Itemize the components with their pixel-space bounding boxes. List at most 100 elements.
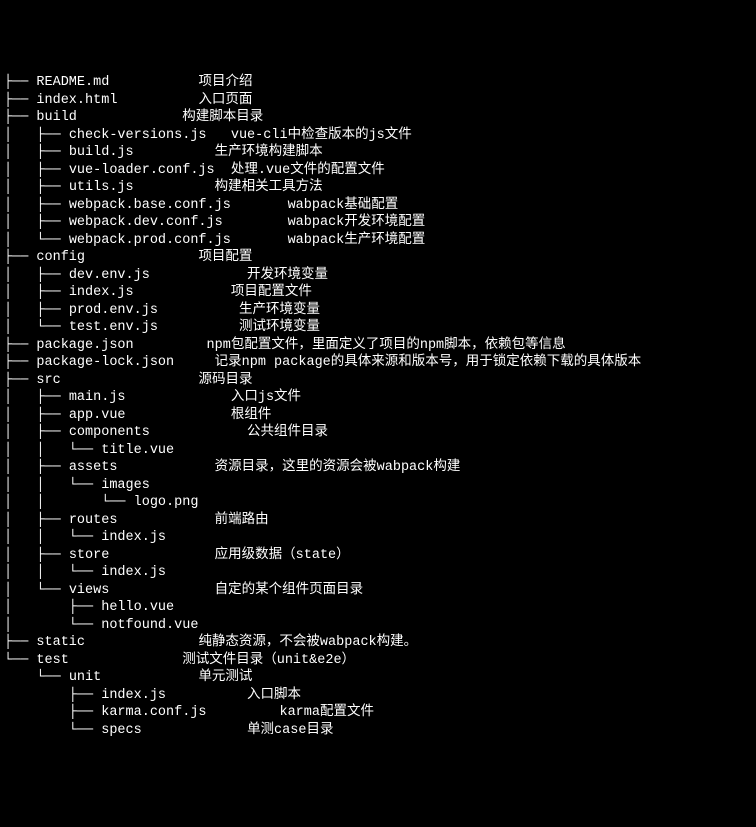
tree-padding: [85, 250, 198, 265]
tree-padding: [150, 268, 247, 283]
tree-padding: [166, 688, 247, 703]
tree-padding: [109, 75, 198, 90]
tree-prefix: │ │ └──: [4, 530, 101, 545]
tree-padding: [134, 285, 231, 300]
tree-row: │ ├── main.js 入口js文件: [4, 389, 752, 407]
tree-description: 根组件: [231, 408, 272, 423]
tree-filename: index.js: [101, 688, 166, 703]
tree-prefix: └──: [4, 653, 36, 668]
tree-padding: [158, 320, 239, 335]
tree-prefix: │ ├──: [4, 215, 69, 230]
tree-prefix: │ │ └──: [4, 495, 134, 510]
tree-row: │ ├── routes 前端路由: [4, 512, 752, 530]
tree-row: │ ├── prod.env.js 生产环境变量: [4, 302, 752, 320]
tree-description: 测试环境变量: [239, 320, 320, 335]
tree-padding: [158, 303, 239, 318]
tree-filename: routes: [69, 513, 118, 528]
tree-prefix: ├──: [4, 355, 36, 370]
tree-filename: test.env.js: [69, 320, 158, 335]
tree-filename: images: [101, 478, 150, 493]
tree-padding: [77, 110, 182, 125]
tree-description: 开发环境变量: [247, 268, 328, 283]
tree-prefix: │ └──: [4, 618, 101, 633]
tree-prefix: │ └──: [4, 583, 69, 598]
tree-filename: webpack.base.conf.js: [69, 198, 231, 213]
tree-row: │ ├── dev.env.js 开发环境变量: [4, 267, 752, 285]
tree-row: │ ├── webpack.base.conf.js wabpack基础配置: [4, 197, 752, 215]
tree-row: │ ├── webpack.dev.conf.js wabpack开发环境配置: [4, 214, 752, 232]
tree-filename: static: [36, 635, 85, 650]
tree-prefix: │ ├──: [4, 408, 69, 423]
tree-prefix: ├──: [4, 110, 36, 125]
tree-row: │ ├── check-versions.js vue-cli中检查版本的js文…: [4, 127, 752, 145]
tree-row: ├── README.md 项目介绍: [4, 74, 752, 92]
tree-prefix: ├──: [4, 250, 36, 265]
tree-filename: specs: [101, 723, 142, 738]
tree-row: └── unit 单元测试: [4, 669, 752, 687]
tree-padding: [109, 583, 214, 598]
tree-filename: build: [36, 110, 77, 125]
tree-description: 记录npm package的具体来源和版本号，用于锁定依赖下载的具体版本: [215, 355, 642, 370]
tree-filename: webpack.dev.conf.js: [69, 215, 223, 230]
tree-description: 生产环境构建脚本: [215, 145, 323, 160]
tree-padding: [215, 163, 231, 178]
tree-prefix: │ ├──: [4, 128, 69, 143]
tree-prefix: ├──: [4, 93, 36, 108]
tree-padding: [134, 180, 215, 195]
tree-filename: index.js: [69, 285, 134, 300]
tree-filename: index.js: [101, 565, 166, 580]
tree-description: npm包配置文件，里面定义了项目的npm脚本，依赖包等信息: [207, 338, 566, 353]
tree-description: vue-cli中检查版本的js文件: [231, 128, 412, 143]
tree-prefix: │ ├──: [4, 425, 69, 440]
tree-filename: logo.png: [134, 495, 199, 510]
tree-filename: check-versions.js: [69, 128, 207, 143]
tree-row: │ ├── build.js 生产环境构建脚本: [4, 144, 752, 162]
tree-row: ├── index.js 入口脚本: [4, 687, 752, 705]
tree-padding: [117, 513, 214, 528]
tree-row: ├── package.json npm包配置文件，里面定义了项目的npm脚本，…: [4, 337, 752, 355]
tree-filename: index.js: [101, 530, 166, 545]
tree-description: 构建脚本目录: [182, 110, 263, 125]
tree-row: │ ├── assets 资源目录，这里的资源会被wabpack构建: [4, 459, 752, 477]
tree-description: karma配置文件: [279, 705, 374, 720]
tree-row: │ └── test.env.js 测试环境变量: [4, 319, 752, 337]
tree-row: │ │ └── logo.png: [4, 494, 752, 512]
tree-padding: [101, 670, 198, 685]
tree-description: 入口js文件: [231, 390, 301, 405]
tree-row: │ │ └── index.js: [4, 564, 752, 582]
tree-description: 构建相关工具方法: [215, 180, 323, 195]
tree-prefix: │ │ └──: [4, 443, 101, 458]
tree-row: ├── build 构建脚本目录: [4, 109, 752, 127]
tree-prefix: │ ├──: [4, 163, 69, 178]
tree-description: 项目配置文件: [231, 285, 312, 300]
tree-description: 入口脚本: [247, 688, 301, 703]
tree-row: │ ├── index.js 项目配置文件: [4, 284, 752, 302]
tree-padding: [231, 233, 288, 248]
tree-row: │ └── webpack.prod.conf.js wabpack生产环境配置: [4, 232, 752, 250]
tree-filename: dev.env.js: [69, 268, 150, 283]
tree-prefix: ├──: [4, 688, 101, 703]
tree-description: 单测case目录: [247, 723, 333, 738]
tree-filename: package.json: [36, 338, 133, 353]
tree-filename: package-lock.json: [36, 355, 174, 370]
tree-filename: webpack.prod.conf.js: [69, 233, 231, 248]
tree-row: │ │ └── title.vue: [4, 442, 752, 460]
tree-row: │ ├── hello.vue: [4, 599, 752, 617]
tree-row: │ └── notfound.vue: [4, 617, 752, 635]
tree-filename: components: [69, 425, 150, 440]
tree-prefix: ├──: [4, 705, 101, 720]
tree-description: 前端路由: [215, 513, 269, 528]
tree-row: │ ├── store 应用级数据（state）: [4, 547, 752, 565]
tree-prefix: │ ├──: [4, 390, 69, 405]
tree-prefix: │ ├──: [4, 303, 69, 318]
tree-row: │ ├── utils.js 构建相关工具方法: [4, 179, 752, 197]
tree-row: │ └── views 自定的某个组件页面目录: [4, 582, 752, 600]
tree-padding: [134, 145, 215, 160]
tree-description: 处理.vue文件的配置文件: [231, 163, 385, 178]
tree-row: │ ├── vue-loader.conf.js 处理.vue文件的配置文件: [4, 162, 752, 180]
tree-padding: [126, 390, 231, 405]
tree-prefix: ├──: [4, 338, 36, 353]
tree-description: 单元测试: [198, 670, 252, 685]
tree-prefix: │ ├──: [4, 145, 69, 160]
tree-padding: [231, 198, 288, 213]
